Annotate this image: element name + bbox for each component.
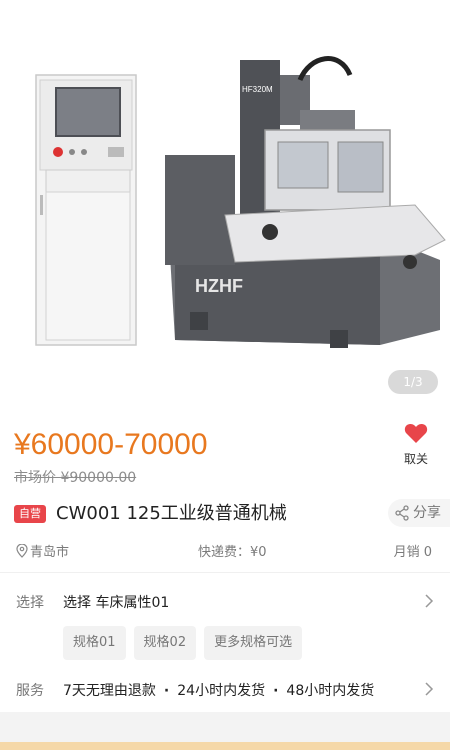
price-range: ¥60000-70000 <box>14 428 208 461</box>
service-row[interactable]: 服务 7天无理由退款 · 24小时内发货 · 48小时内发货 <box>0 672 450 706</box>
info-row: 青岛市 快递费：¥0 月销 0 <box>0 538 450 562</box>
price-section: ¥60000-70000 市场价 ¥90000.00 取关 <box>0 410 450 500</box>
share-label: 分享 <box>413 505 441 521</box>
product-image-gallery[interactable]: HZHF HF320M 1/3 <box>0 0 450 410</box>
select-label: 选择 <box>16 595 44 611</box>
service-list: 7天无理由退款 · 24小时内发货 · 48小时内发货 <box>63 683 375 699</box>
spec-select-row[interactable]: 选择 选择 车床属性01 <box>0 584 450 618</box>
favorite-label: 取关 <box>403 452 428 466</box>
self-operated-badge: 自营 <box>14 505 46 523</box>
service-item: 48小时内发货 <box>286 683 375 699</box>
market-price: 市场价 ¥90000.00 <box>14 467 136 487</box>
market-price-label: 市场价 <box>14 470 56 486</box>
divider <box>0 572 450 573</box>
image-pager: 1/3 <box>388 370 438 394</box>
monthly-sales: 月销 0 <box>393 545 432 560</box>
market-price-value: ¥90000.00 <box>60 470 137 486</box>
share-icon <box>395 505 409 521</box>
location-pin-icon <box>16 543 28 558</box>
spec-option[interactable]: 规格02 <box>133 626 197 660</box>
share-button[interactable]: 分享 <box>388 499 450 527</box>
bottom-bar-edge <box>0 742 450 750</box>
selected-spec: 选择 车床属性01 <box>63 595 170 611</box>
spec-options: 规格01 规格02 更多规格可选 <box>63 626 310 662</box>
location: 青岛市 <box>16 541 69 560</box>
brand-mark: HZHF <box>195 276 243 296</box>
favorite-button[interactable]: 取关 <box>398 422 434 467</box>
chevron-right-icon <box>425 682 434 696</box>
service-label: 服务 <box>16 683 44 699</box>
product-title: CW001 125工业级普通机械 <box>56 503 287 524</box>
shipping-fee: 快递费：¥0 <box>198 545 267 560</box>
spec-option[interactable]: 规格01 <box>63 626 126 660</box>
model-mark: HF320M <box>242 85 273 94</box>
product-image: HZHF HF320M <box>35 56 446 348</box>
location-text: 青岛市 <box>30 545 70 560</box>
heart-icon <box>404 423 428 443</box>
product-title-row: 自营 CW001 125工业级普通机械 分享 <box>0 495 450 531</box>
service-item: 24小时内发货 <box>177 683 266 699</box>
spec-option-more[interactable]: 更多规格可选 <box>204 626 303 660</box>
chevron-right-icon <box>425 594 434 608</box>
service-item: 7天无理由退款 <box>63 683 156 699</box>
